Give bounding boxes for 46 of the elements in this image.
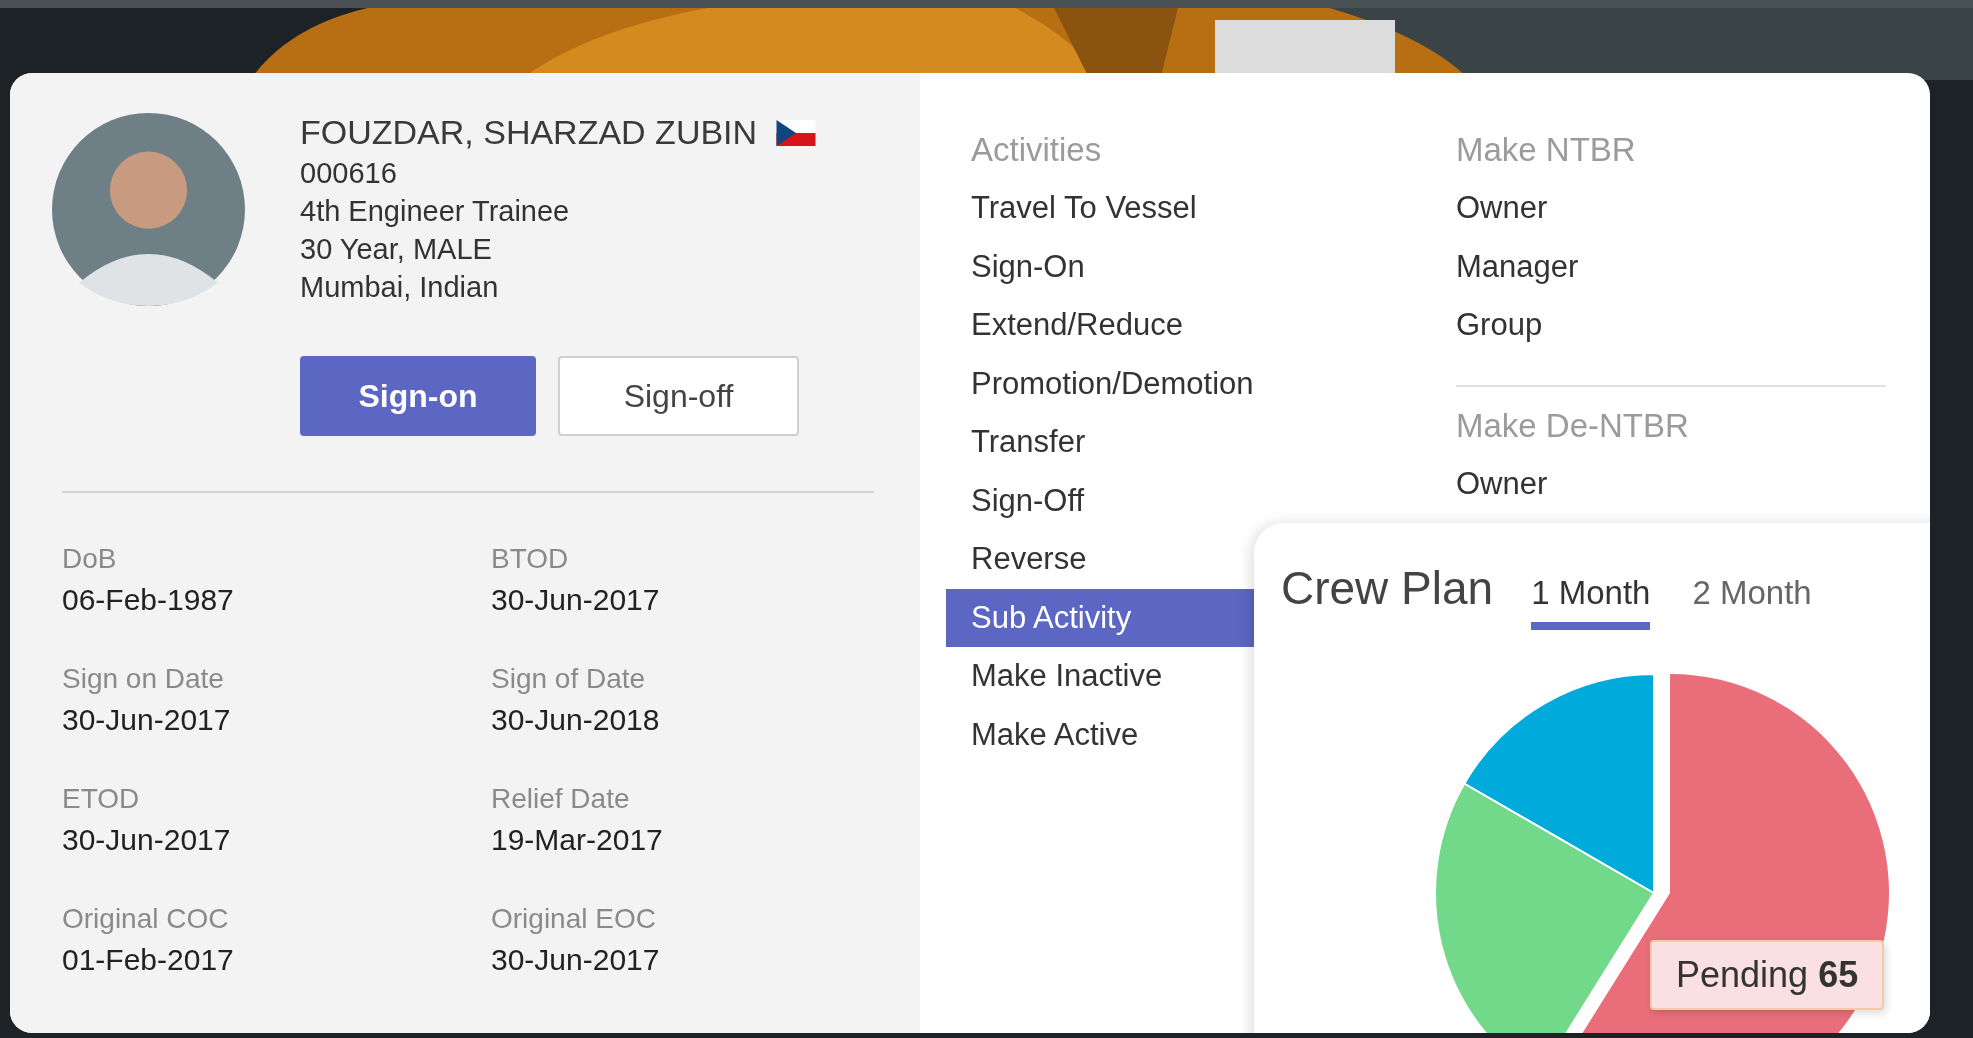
menu-item[interactable]: Sub Activity bbox=[946, 588, 1254, 647]
menu-item[interactable]: Make Inactive bbox=[946, 647, 1163, 706]
field-label: ETOD bbox=[62, 783, 141, 815]
menu-item[interactable]: Make Active bbox=[946, 705, 1139, 764]
menu-item[interactable]: Promotion/Demotion bbox=[946, 354, 1254, 413]
crew-age-gender: 30 Year, MALE bbox=[300, 232, 492, 267]
tooltip-text: Pending 65 bbox=[1676, 954, 1859, 995]
field-label: DoB bbox=[62, 543, 118, 575]
section-heading: Make De-NTBR bbox=[1456, 405, 1690, 446]
field-label: Original COC bbox=[62, 903, 230, 935]
field-value: 30-Jun-2017 bbox=[62, 703, 232, 737]
field-label: Sign of Date bbox=[491, 663, 647, 695]
crew-rank: 4th Engineer Trainee bbox=[300, 194, 570, 229]
crew-location: Mumbai, Indian bbox=[300, 270, 499, 305]
sign-off-button[interactable]: Sign-off bbox=[558, 356, 799, 436]
tab[interactable]: 1 Month bbox=[1531, 574, 1651, 630]
menu-item[interactable]: Manager bbox=[1456, 237, 1886, 296]
crew-name: FOUZDAR, SHARZAD ZUBIN bbox=[300, 113, 758, 152]
field-value: 30-Jun-2018 bbox=[491, 703, 661, 737]
field-value: 19-Mar-2017 bbox=[491, 823, 664, 857]
field-value: 30-Jun-2017 bbox=[491, 583, 661, 617]
menu-item[interactable]: Travel To Vessel bbox=[946, 179, 1197, 238]
menu-item[interactable]: Owner bbox=[1456, 179, 1886, 238]
section-heading: Activities bbox=[970, 130, 1103, 170]
tab[interactable]: 2 Month bbox=[1692, 574, 1812, 630]
menu-item[interactable]: Group bbox=[1456, 296, 1886, 355]
avatar-icon bbox=[52, 113, 245, 306]
field-value: 06-Feb-1987 bbox=[62, 583, 235, 617]
field-value: 30-Jun-2017 bbox=[62, 823, 232, 857]
flag-icon bbox=[775, 119, 818, 146]
field-label: Sign on Date bbox=[62, 663, 225, 695]
menu-item[interactable]: Sign-Off bbox=[946, 471, 1085, 530]
field-value: 01-Feb-2017 bbox=[62, 943, 235, 977]
field-label: BTOD bbox=[491, 543, 570, 575]
card-title: Crew Plan bbox=[1281, 561, 1494, 615]
crew-code: 000616 bbox=[300, 156, 397, 191]
section-heading: Make NTBR bbox=[1456, 130, 1637, 170]
field-label: Original EOC bbox=[491, 903, 657, 935]
field-label: Relief Date bbox=[491, 783, 631, 815]
menu-item[interactable]: Extend/Reduce bbox=[946, 296, 1183, 355]
menu-item[interactable]: Owner bbox=[1456, 454, 1886, 513]
sign-on-button[interactable]: Sign-on bbox=[300, 356, 536, 436]
field-value: 30-Jun-2017 bbox=[491, 943, 661, 977]
menu-item[interactable]: Transfer bbox=[946, 413, 1086, 472]
menu-item[interactable]: Reverse bbox=[946, 530, 1087, 589]
menu-item[interactable]: Sign-On bbox=[946, 237, 1085, 296]
